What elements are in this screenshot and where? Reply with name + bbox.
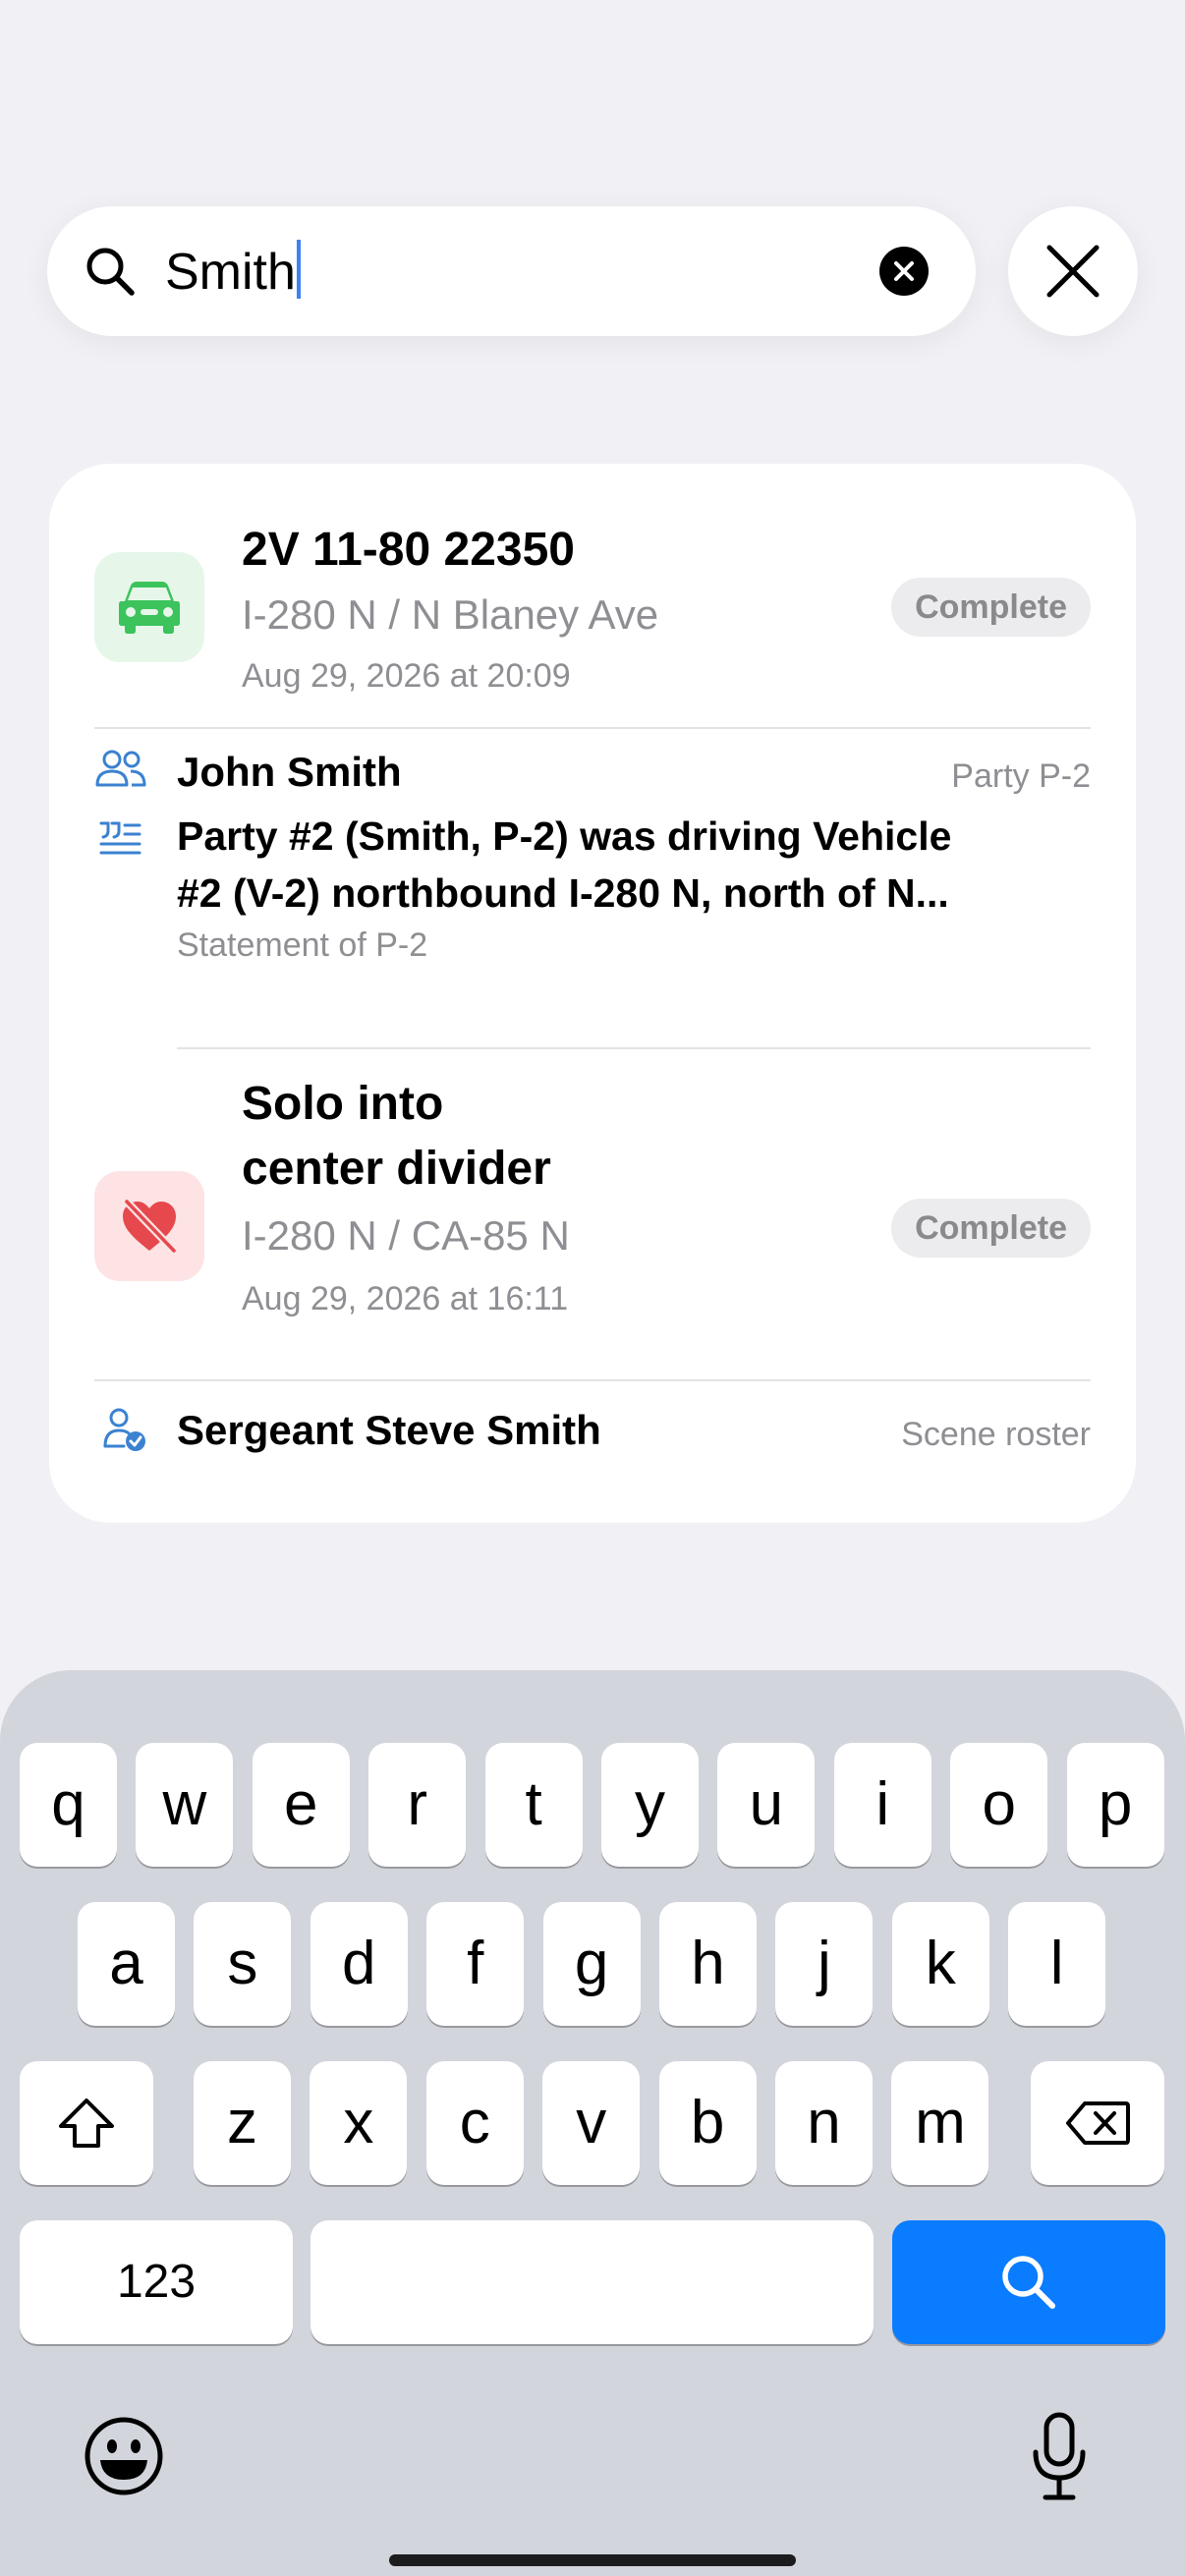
search-icon bbox=[86, 248, 135, 296]
microphone-icon[interactable] bbox=[1030, 2411, 1089, 2503]
car-icon bbox=[119, 582, 180, 634]
key-t[interactable]: t bbox=[484, 1743, 583, 1867]
close-search-button[interactable] bbox=[1008, 206, 1138, 336]
result-title-line-1: Solo into bbox=[242, 1078, 444, 1130]
party-name: John Smith bbox=[177, 749, 402, 795]
key-a[interactable]: a bbox=[78, 1902, 175, 2026]
key-h[interactable]: h bbox=[659, 1902, 757, 2026]
search-key[interactable] bbox=[892, 2220, 1165, 2344]
key-u[interactable]: u bbox=[717, 1743, 816, 1867]
key-f[interactable]: f bbox=[426, 1902, 525, 2026]
search-results-card: 2V 11-80 22350 I-280 N / N Blaney Ave Au… bbox=[49, 464, 1136, 1523]
statement-line-1: Party #2 (Smith, P-2) was driving Vehicl… bbox=[177, 813, 952, 859]
backspace-icon bbox=[1066, 2101, 1130, 2145]
numbers-key[interactable]: 123 bbox=[20, 2220, 293, 2344]
text-caret bbox=[296, 240, 301, 299]
key-d[interactable]: d bbox=[310, 1902, 408, 2026]
match-statement[interactable]: Party #2 (Smith, P-2) was driving Vehicl… bbox=[49, 808, 1136, 984]
key-j[interactable]: j bbox=[775, 1902, 874, 2026]
key-x[interactable]: x bbox=[310, 2061, 408, 2185]
key-e[interactable]: e bbox=[252, 1743, 350, 1867]
people-icon bbox=[95, 750, 146, 787]
shift-key[interactable] bbox=[20, 2061, 153, 2185]
status-badge: Complete bbox=[891, 1199, 1091, 1258]
clear-icon bbox=[894, 261, 914, 281]
result-datetime: Aug 29, 2026 at 16:11 bbox=[242, 1280, 569, 1317]
key-n[interactable]: n bbox=[775, 2061, 873, 2185]
search-icon bbox=[1002, 2256, 1055, 2309]
search-input[interactable]: Smith bbox=[165, 240, 301, 304]
roster-name: Sergeant Steve Smith bbox=[177, 1407, 601, 1453]
key-s[interactable]: s bbox=[194, 1902, 292, 2026]
key-i[interactable]: i bbox=[833, 1743, 931, 1867]
key-p[interactable]: p bbox=[1066, 1743, 1164, 1867]
result-item-solo[interactable]: Solo into center divider I-280 N / CA-85… bbox=[49, 1049, 1136, 1379]
clear-search-button[interactable] bbox=[879, 247, 929, 296]
close-icon bbox=[1046, 245, 1100, 298]
key-o[interactable]: o bbox=[950, 1743, 1048, 1867]
heart-slash-icon bbox=[123, 1198, 178, 1255]
key-r[interactable]: r bbox=[368, 1743, 467, 1867]
result-tile bbox=[94, 1171, 204, 1281]
key-w[interactable]: w bbox=[136, 1743, 234, 1867]
space-key[interactable] bbox=[310, 2220, 874, 2344]
key-g[interactable]: g bbox=[542, 1902, 641, 2026]
key-k[interactable]: k bbox=[891, 1902, 989, 2026]
result-datetime: Aug 29, 2026 at 20:09 bbox=[242, 657, 571, 695]
result-tile bbox=[94, 552, 204, 662]
keyboard: qwertyuiop asdfghjkl zxcvbnm 123 bbox=[0, 1670, 1185, 2576]
statement-caption: Statement of P-2 bbox=[177, 926, 428, 964]
result-location: I-280 N / N Blaney Ave bbox=[242, 591, 659, 638]
key-z[interactable]: z bbox=[194, 2061, 291, 2185]
key-b[interactable]: b bbox=[658, 2061, 757, 2185]
quote-icon bbox=[99, 821, 141, 855]
search-bar[interactable]: Smith bbox=[47, 206, 976, 336]
emoji-icon[interactable] bbox=[83, 2415, 165, 2497]
key-c[interactable]: c bbox=[425, 2061, 524, 2185]
roster-meta: Scene roster bbox=[901, 1416, 1091, 1453]
shift-icon bbox=[59, 2099, 114, 2148]
person-check-icon bbox=[103, 1408, 145, 1451]
result-title-line-2: center divider bbox=[242, 1143, 551, 1195]
result-item-collision[interactable]: 2V 11-80 22350 I-280 N / N Blaney Ave Au… bbox=[49, 464, 1136, 727]
status-badge: Complete bbox=[891, 578, 1091, 637]
party-meta: Party P-2 bbox=[951, 757, 1091, 795]
key-v[interactable]: v bbox=[542, 2061, 641, 2185]
result-title: 2V 11-80 22350 bbox=[242, 524, 575, 576]
key-m[interactable]: m bbox=[891, 2061, 989, 2185]
match-roster[interactable]: Sergeant Steve Smith Scene roster bbox=[49, 1381, 1136, 1480]
delete-key[interactable] bbox=[1031, 2061, 1164, 2185]
statement-line-2: #2 (V-2) northbound I-280 N, north of N.… bbox=[177, 870, 949, 916]
match-party[interactable]: John Smith Party P-2 bbox=[49, 729, 1136, 808]
key-y[interactable]: y bbox=[601, 1743, 699, 1867]
result-location: I-280 N / CA-85 N bbox=[242, 1212, 570, 1259]
home-indicator bbox=[389, 2554, 796, 2566]
key-q[interactable]: q bbox=[20, 1743, 117, 1867]
key-l[interactable]: l bbox=[1008, 1902, 1106, 2026]
